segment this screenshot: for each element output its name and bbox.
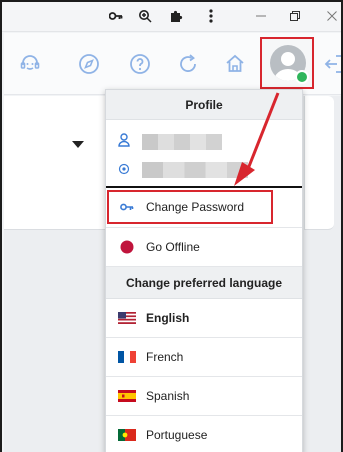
online-status-badge [295, 70, 309, 84]
go-offline-item[interactable]: Go Offline [106, 228, 302, 267]
account-row [118, 160, 248, 179]
language-header: Change preferred language [106, 267, 302, 299]
language-label: Portuguese [146, 428, 208, 442]
logout-icon[interactable] [321, 51, 341, 77]
offline-status-icon [118, 240, 136, 254]
user-icon [118, 132, 130, 151]
us-flag-icon [118, 311, 136, 325]
redacted-username [142, 133, 222, 150]
es-flag-icon [118, 389, 136, 403]
profile-header: Profile [106, 90, 302, 120]
help-circle-icon[interactable] [127, 51, 153, 77]
kebab-menu-icon[interactable] [203, 8, 219, 24]
language-label: English [146, 311, 190, 325]
zoom-icon[interactable] [137, 8, 153, 24]
language-label: French [146, 350, 184, 364]
language-item-spanish[interactable]: Spanish [106, 377, 302, 416]
username-row [118, 132, 222, 151]
language-label: Spanish [146, 389, 190, 403]
browser-title-bar [2, 2, 341, 32]
language-item-portuguese[interactable]: Portuguese [106, 416, 302, 452]
language-item-french[interactable]: French [106, 338, 302, 377]
minimize-icon[interactable] [253, 8, 269, 24]
support-agent-icon[interactable] [17, 51, 43, 77]
restore-icon[interactable] [287, 8, 303, 24]
target-icon [118, 160, 130, 179]
key-icon[interactable] [108, 8, 124, 24]
key-icon [118, 200, 136, 214]
profile-avatar-button[interactable] [260, 37, 314, 89]
app-toolbar [4, 33, 341, 95]
right-panel [304, 96, 334, 230]
pt-flag-icon [118, 428, 136, 442]
home-icon[interactable] [222, 51, 248, 77]
extension-puzzle-icon[interactable] [168, 8, 184, 24]
language-item-english[interactable]: English [106, 299, 302, 338]
app-window: Profile Change Password Go Offline Chang… [0, 0, 343, 452]
redacted-account [142, 161, 248, 178]
change-password-item[interactable]: Change Password [106, 188, 302, 228]
dropdown-caret-icon[interactable] [72, 141, 84, 148]
close-icon[interactable] [324, 8, 340, 24]
profile-dropdown-menu: Profile Change Password Go Offline Chang… [105, 89, 303, 452]
go-offline-label: Go Offline [146, 240, 200, 254]
left-panel [4, 96, 114, 230]
refresh-icon[interactable] [175, 51, 201, 77]
fr-flag-icon [118, 350, 136, 364]
user-info [106, 120, 302, 188]
change-password-label: Change Password [146, 200, 245, 214]
compass-icon[interactable] [76, 51, 102, 77]
